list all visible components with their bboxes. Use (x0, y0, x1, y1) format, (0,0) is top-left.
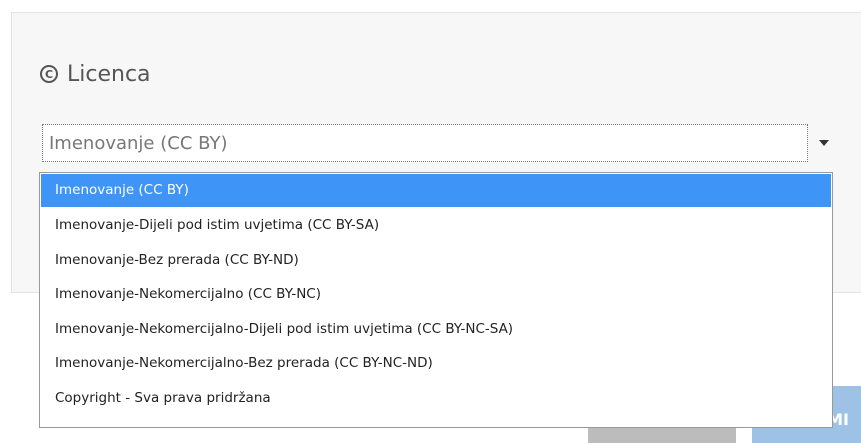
dropdown-option[interactable]: Copyright - Sva prava pridržana (40, 381, 832, 416)
section-title: C Licenca (40, 60, 151, 88)
dropdown-option[interactable]: Imenovanje-Bez prerada (CC BY-ND) (40, 243, 832, 278)
dropdown-option[interactable]: Imenovanje-Nekomercijalno-Dijeli pod ist… (40, 312, 832, 347)
chevron-down-icon[interactable] (819, 140, 829, 146)
dropdown-option[interactable]: Imenovanje-Dijeli pod istim uvjetima (CC… (40, 208, 832, 243)
license-dropdown: Imenovanje (CC BY) Imenovanje-Dijeli pod… (39, 172, 833, 428)
dropdown-option[interactable]: Imenovanje-Nekomercijalno (CC BY-NC) (40, 277, 832, 312)
dropdown-option[interactable]: Imenovanje-Nekomercijalno-Bez prerada (C… (40, 346, 832, 381)
copyright-icon: C (40, 65, 58, 83)
dropdown-option[interactable]: Imenovanje (CC BY) (41, 174, 831, 207)
section-title-label: Licenca (67, 61, 151, 87)
license-select[interactable]: Imenovanje (CC BY) (42, 124, 808, 162)
